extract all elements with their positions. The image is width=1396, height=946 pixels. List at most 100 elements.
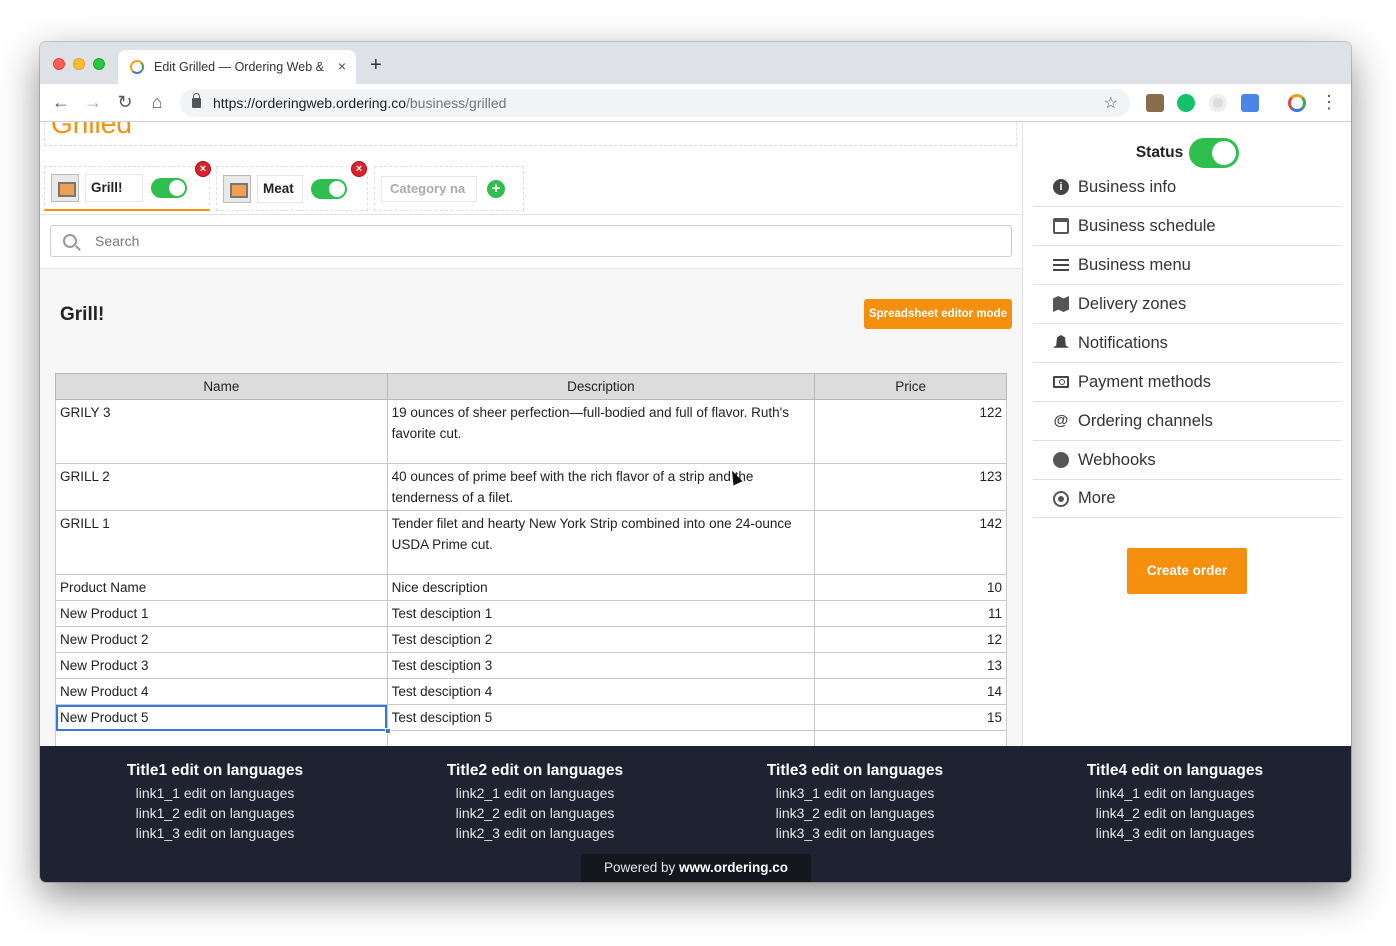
category-tab-grill[interactable]: Grill! ×	[44, 161, 211, 211]
tab-close-icon[interactable]: ×	[338, 58, 346, 74]
add-category-icon[interactable]: +	[487, 179, 505, 198]
calendar-icon	[1053, 218, 1069, 234]
address-bar[interactable]: https://orderingweb.ordering.co/business…	[180, 89, 1130, 117]
browser-menu-icon[interactable]: ⋮	[1318, 92, 1340, 112]
url-host: https://orderingweb.ordering.co	[213, 95, 406, 111]
product-description-cell[interactable]: Test desciption 3	[386, 652, 816, 679]
category-tabs: Grill! × Meat × Category na +	[40, 152, 1022, 215]
footer-link[interactable]: link4_2 edit on languages	[1015, 803, 1335, 823]
sidebar-item-delivery-zones[interactable]: Delivery zones	[1033, 285, 1342, 324]
product-price-cell[interactable]: 15	[814, 704, 1007, 731]
category-image-icon[interactable]	[223, 174, 251, 203]
product-price-cell[interactable]: 123	[814, 463, 1007, 511]
product-price-cell[interactable]: 12	[814, 626, 1007, 653]
new-tab-button[interactable]: +	[370, 54, 382, 77]
product-name-cell[interactable]: New Product 3	[55, 652, 388, 679]
forward-icon[interactable]: →	[82, 92, 104, 112]
maximize-window-button[interactable]	[93, 58, 105, 70]
product-description-cell[interactable]: Test desciption 5	[386, 704, 816, 731]
table-row: New Product 3 Test desciption 3 13	[55, 652, 1007, 679]
footer-title: Title2 edit on languages	[446, 762, 624, 779]
footer-link[interactable]: link1_3 edit on languages	[55, 823, 375, 843]
business-title-field[interactable]: Grilled	[44, 122, 1017, 146]
product-price-cell[interactable]: 10	[814, 574, 1007, 601]
product-description-cell[interactable]: Tender filet and hearty New York Strip c…	[386, 510, 816, 575]
product-name-cell[interactable]: GRILY 3	[55, 399, 388, 464]
powered-by-link[interactable]: www.ordering.co	[679, 860, 788, 875]
sidebar-item-label: Notifications	[1078, 333, 1168, 352]
footer-link[interactable]: link1_1 edit on languages	[55, 783, 375, 803]
footer-link[interactable]: link3_1 edit on languages	[695, 783, 1015, 803]
product-description-cell[interactable]: 19 ounces of sheer perfection—full-bodie…	[386, 399, 816, 464]
extension-tool-icon[interactable]	[1146, 94, 1164, 112]
product-name-cell[interactable]: New Product 2	[55, 626, 388, 653]
column-header-description[interactable]: Description	[386, 373, 816, 400]
sidebar-item-business-schedule[interactable]: Business schedule	[1033, 207, 1342, 246]
category-toggle[interactable]	[151, 178, 187, 198]
sidebar-item-notifications[interactable]: Notifications	[1033, 324, 1342, 363]
close-window-button[interactable]	[53, 58, 65, 70]
product-description-cell[interactable]: Test desciption 1	[386, 600, 816, 627]
footer-link[interactable]: link1_2 edit on languages	[55, 803, 375, 823]
column-header-name[interactable]: Name	[55, 373, 388, 400]
product-description-cell[interactable]: 40 ounces of prime beef with the rich fl…	[386, 463, 816, 511]
home-icon[interactable]: ⌂	[146, 92, 168, 112]
sidebar-item-webhooks[interactable]: Webhooks	[1033, 441, 1342, 480]
product-price-cell[interactable]: 122	[814, 399, 1007, 464]
browser-tab[interactable]: Edit Grilled — Ordering Web & ×	[118, 50, 356, 84]
sidebar-item-business-info[interactable]: i Business info	[1033, 168, 1342, 207]
remove-category-icon[interactable]: ×	[351, 161, 367, 177]
minimize-window-button[interactable]	[73, 58, 85, 70]
back-icon[interactable]: ←	[50, 92, 72, 112]
footer-link[interactable]: link3_3 edit on languages	[695, 823, 1015, 843]
column-header-price[interactable]: Price	[814, 373, 1007, 400]
translate-extension-icon[interactable]	[1241, 94, 1259, 112]
product-description-cell[interactable]: Nice description	[386, 574, 816, 601]
reload-icon[interactable]: ↻	[114, 92, 136, 112]
sidebar-item-more[interactable]: More	[1033, 480, 1342, 518]
category-name[interactable]: Grill!	[85, 174, 143, 202]
footer-link[interactable]: link2_3 edit on languages	[375, 823, 695, 843]
category-image-icon[interactable]	[51, 174, 79, 202]
footer: Title1 edit on languages link1_1 edit on…	[40, 746, 1351, 882]
sidebar-item-label: Delivery zones	[1078, 294, 1187, 313]
grammarly-extension-icon[interactable]	[1177, 94, 1195, 112]
remove-category-icon[interactable]: ×	[195, 161, 211, 177]
product-name-cell[interactable]: GRILL 1	[55, 510, 388, 575]
footer-link[interactable]: link2_1 edit on languages	[375, 783, 695, 803]
bookmark-star-icon[interactable]: ☆	[1104, 93, 1118, 113]
sidebar-item-ordering-channels[interactable]: @ Ordering channels	[1033, 402, 1342, 441]
status-toggle[interactable]	[1189, 138, 1240, 168]
status-row: Status	[1023, 138, 1351, 168]
new-category-input[interactable]: Category na	[381, 175, 477, 202]
footer-link[interactable]: link4_3 edit on languages	[1015, 823, 1335, 843]
product-name-cell-selected[interactable]: New Product 5	[55, 704, 391, 734]
spreadsheet-mode-button[interactable]: Spreadsheet editor mode	[864, 299, 1012, 329]
product-price-cell[interactable]: 13	[814, 652, 1007, 679]
product-price-cell[interactable]: 142	[814, 510, 1007, 575]
table-row: Product Name Nice description 10	[55, 574, 1007, 601]
create-order-button[interactable]: Create order	[1127, 548, 1247, 594]
category-toggle[interactable]	[311, 178, 347, 199]
footer-link[interactable]: link2_2 edit on languages	[375, 803, 695, 823]
category-name[interactable]: Meat	[257, 174, 303, 203]
record-extension-icon[interactable]	[1209, 94, 1227, 112]
product-price-cell[interactable]: 14	[814, 678, 1007, 705]
product-description-cell[interactable]: Test desciption 2	[386, 626, 816, 653]
dot-circle-icon	[1053, 490, 1069, 507]
product-name-cell[interactable]: New Product 1	[55, 600, 388, 627]
search-input[interactable]	[95, 233, 975, 249]
ordering-extension-icon[interactable]	[1288, 94, 1306, 112]
fill-handle[interactable]	[384, 728, 391, 734]
footer-link[interactable]: link4_1 edit on languages	[1015, 783, 1335, 803]
table-row: New Product 5 Test desciption 5 15	[55, 704, 1007, 734]
category-tab-meat[interactable]: Meat ×	[216, 161, 368, 211]
product-price-cell[interactable]: 11	[814, 600, 1007, 627]
sidebar-item-business-menu[interactable]: Business menu	[1033, 246, 1342, 285]
product-name-cell[interactable]: New Product 4	[55, 678, 388, 705]
sidebar-item-payment-methods[interactable]: Payment methods	[1033, 363, 1342, 402]
product-name-cell[interactable]: Product Name	[55, 574, 388, 601]
product-description-cell[interactable]: Test desciption 4	[386, 678, 816, 705]
footer-link[interactable]: link3_2 edit on languages	[695, 803, 1015, 823]
product-name-cell[interactable]: GRILL 2	[55, 463, 388, 511]
